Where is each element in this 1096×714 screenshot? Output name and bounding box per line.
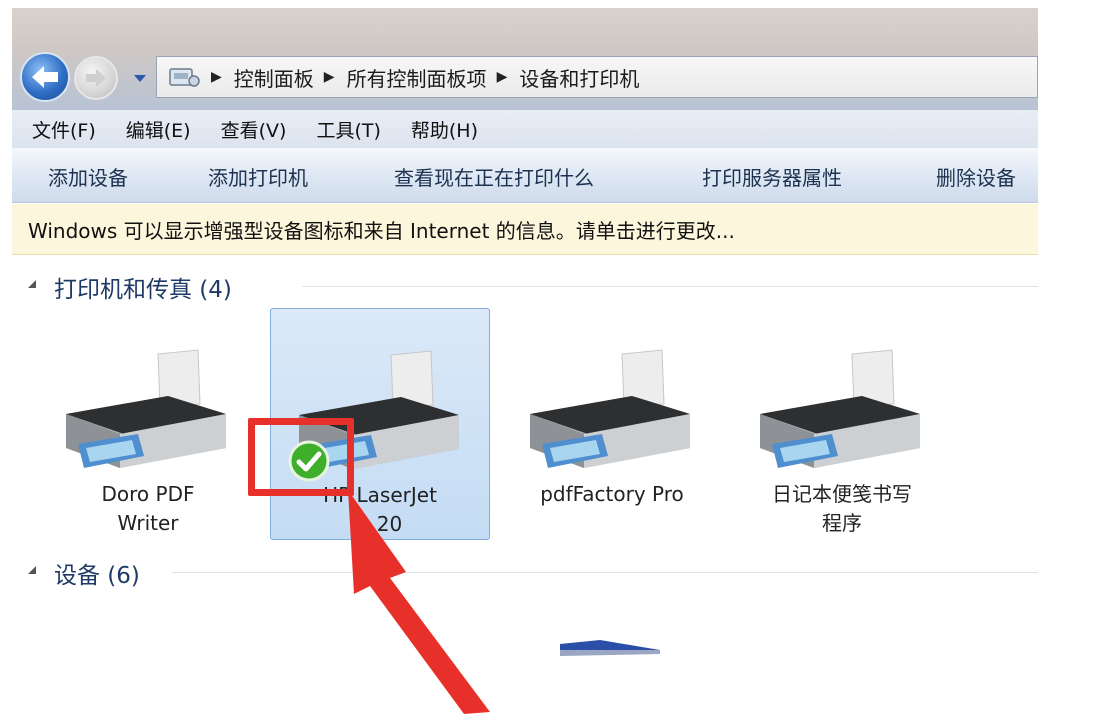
breadcrumb-devices-printers[interactable]: 设备和打印机 (519, 63, 639, 92)
printers-group-title: 打印机和传真 (4) (54, 277, 232, 303)
add-printer-button[interactable]: 添加打印机 (208, 162, 308, 191)
back-button[interactable] (20, 52, 70, 102)
collapse-triangle-icon[interactable] (28, 566, 36, 574)
remove-device-button[interactable]: 删除设备 (936, 162, 1016, 191)
group-divider (172, 572, 1038, 573)
printer-label: pdfFactory Pro (540, 482, 684, 506)
printer-tile-pdffactory[interactable]: pdfFactory Pro (502, 308, 722, 540)
devices-group-title: 设备 (6) (54, 563, 140, 589)
control-panel-icon (169, 68, 200, 87)
devices-group-header[interactable]: 设备 (6) (12, 556, 1038, 589)
group-divider (302, 286, 1038, 287)
devices-and-printers-window: ▶ 控制面板 ▶ 所有控制面板项 ▶ 设备和打印机 文件(F) 编辑(E) 查看… (12, 8, 1038, 714)
printers-group-header[interactable]: 打印机和传真 (4) (12, 270, 1038, 303)
menu-file[interactable]: 文件(F) (32, 116, 96, 143)
command-bar: 添加设备 添加打印机 查看现在正在打印什么 打印服务器属性 删除设备 (12, 148, 1038, 203)
printer-icon (66, 349, 226, 468)
print-server-properties-button[interactable]: 打印服务器属性 (702, 162, 842, 191)
menu-help[interactable]: 帮助(H) (411, 116, 478, 143)
printer-tile-notebook[interactable]: 日记本便笺书写 程序 (732, 308, 952, 540)
address-bar[interactable]: ▶ 控制面板 ▶ 所有控制面板项 ▶ 设备和打印机 (156, 56, 1038, 98)
navigation-bar: ▶ 控制面板 ▶ 所有控制面板项 ▶ 设备和打印机 (12, 8, 1038, 110)
forward-arrow-icon (86, 69, 106, 87)
breadcrumb-control-panel[interactable]: 控制面板 (234, 63, 314, 92)
printer-icon (760, 349, 920, 468)
menu-bar: 文件(F) 编辑(E) 查看(V) 工具(T) 帮助(H) (12, 110, 1038, 148)
breadcrumb-separator[interactable]: ▶ (497, 69, 508, 85)
breadcrumb-separator[interactable]: ▶ (324, 69, 335, 85)
printer-label: 日记本便笺书写 程序 (772, 482, 912, 535)
info-bar-text: Windows 可以显示增强型设备图标和来自 Internet 的信息。请单击进… (28, 218, 735, 243)
breadcrumb-all-items[interactable]: 所有控制面板项 (347, 63, 487, 92)
info-bar[interactable]: Windows 可以显示增强型设备图标和来自 Internet 的信息。请单击进… (12, 204, 1038, 255)
collapse-triangle-icon[interactable] (28, 280, 36, 288)
menu-tools[interactable]: 工具(T) (316, 116, 380, 143)
back-arrow-icon (32, 66, 58, 88)
add-device-button[interactable]: 添加设备 (48, 162, 128, 191)
menu-edit[interactable]: 编辑(E) (126, 116, 191, 143)
see-whats-printing-button[interactable]: 查看现在正在打印什么 (394, 162, 594, 191)
highlight-box (248, 418, 354, 496)
menu-view[interactable]: 查看(V) (221, 116, 287, 143)
printer-tile-doro[interactable]: Doro PDF Writer (38, 308, 258, 540)
printer-icon (530, 349, 690, 468)
recent-pages-dropdown[interactable] (132, 70, 148, 86)
breadcrumb-separator[interactable]: ▶ (211, 69, 222, 85)
device-icon[interactable] (560, 640, 670, 660)
forward-button[interactable] (74, 56, 118, 100)
red-pointer-arrow (348, 490, 490, 714)
printer-label: Doro PDF Writer (101, 482, 195, 535)
